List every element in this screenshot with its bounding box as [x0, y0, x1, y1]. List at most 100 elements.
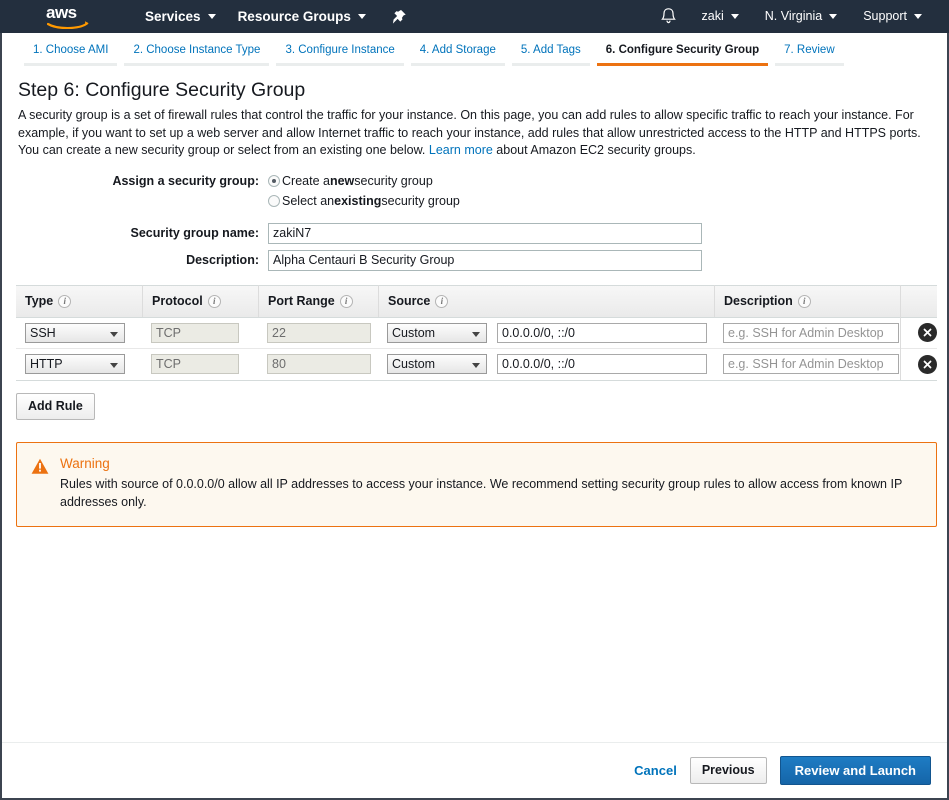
rule-source-type-select[interactable]: Custom [387, 322, 487, 343]
rule-source-type-value: Custom [392, 357, 436, 371]
ec2-launch-wizard-page: aws Services Resource Groups zaki N. Vir… [0, 0, 949, 800]
page-description-part2: about Amazon EC2 security groups. [492, 143, 696, 157]
page-title: Step 6: Configure Security Group [18, 79, 306, 101]
rule-source-type-select[interactable]: Custom [387, 354, 487, 374]
radio-create-new-security-group[interactable]: Create a new security group [268, 174, 433, 188]
radio-select-existing-strong: existing [334, 193, 382, 208]
previous-button[interactable]: Previous [689, 757, 767, 784]
rule-port-cell: 80 [258, 354, 378, 374]
column-header-port-range: Port Range i [258, 285, 378, 317]
chevron-down-icon [110, 363, 118, 368]
column-header-type-label: Type [25, 294, 54, 308]
nav-item-resource-groups[interactable]: Resource Groups [227, 0, 377, 33]
chevron-down-icon [110, 331, 118, 337]
nav-resource-groups-label: Resource Groups [237, 9, 351, 24]
pin-icon[interactable] [391, 9, 407, 25]
rule-source-input[interactable] [497, 354, 707, 374]
radio-select-existing-indicator[interactable] [268, 194, 280, 207]
delete-rule-button[interactable] [918, 354, 937, 374]
page-description: A security group is a set of firewall ru… [18, 107, 933, 160]
info-icon[interactable]: i [339, 294, 353, 308]
column-header-protocol-label: Protocol [152, 294, 203, 308]
nav-item-services[interactable]: Services [134, 0, 227, 33]
column-header-source-label: Source [388, 294, 431, 308]
step-tab-choose-ami[interactable]: 1. Choose AMI [24, 44, 118, 66]
learn-more-link[interactable]: Learn more [429, 143, 493, 157]
rule-description-input[interactable] [723, 322, 899, 343]
select-existing-security-group-row: Select an existing security group [16, 194, 933, 208]
bell-icon[interactable] [660, 7, 677, 26]
nav-region-label: N. Virginia [764, 9, 823, 23]
aws-logo[interactable]: aws [46, 2, 102, 29]
chevron-down-icon [207, 14, 216, 19]
rule-type-select[interactable]: SSH [25, 322, 125, 343]
chevron-down-icon [472, 363, 480, 368]
security-group-name-input[interactable] [268, 222, 702, 244]
column-header-delete [900, 285, 937, 317]
info-icon[interactable]: i [435, 294, 449, 308]
page-content: Step 6: Configure Security Group A secur… [2, 66, 947, 527]
security-group-form: Assign a security group: Create a new se… [16, 174, 933, 271]
step-tab-choose-instance-type[interactable]: 2. Choose Instance Type [124, 44, 270, 66]
aws-logo-text: aws [46, 2, 77, 22]
wizard-footer: Cancel Previous Review and Launch [2, 742, 947, 798]
close-icon [923, 328, 932, 337]
step-tab-add-tags[interactable]: 5. Add Tags [511, 44, 590, 66]
assign-security-group-label: Assign a security group: [112, 173, 259, 188]
rule-port-cell: 22 [258, 322, 378, 343]
rule-type-cell: HTTP [16, 354, 142, 374]
nav-item-support[interactable]: Support [850, 0, 935, 33]
warning-banner: Warning Rules with source of 0.0.0.0/0 a… [16, 441, 937, 527]
nav-account-label: zaki [701, 9, 724, 23]
rule-description-cell [714, 354, 900, 374]
cancel-button[interactable]: Cancel [634, 763, 677, 778]
step-tab-configure-instance[interactable]: 3. Configure Instance [276, 44, 404, 66]
chevron-down-icon [829, 14, 838, 19]
column-header-type: Type i [16, 285, 142, 317]
security-group-description-row: Description: [16, 249, 933, 271]
step-tab-add-storage[interactable]: 4. Add Storage [410, 44, 505, 66]
rule-protocol-cell: TCP [142, 354, 258, 374]
chevron-down-icon [730, 14, 739, 19]
rule-delete-cell [900, 348, 937, 380]
security-group-description-label: Description: [186, 253, 259, 267]
info-icon[interactable]: i [58, 294, 72, 308]
rule-description-input[interactable] [723, 354, 899, 374]
security-group-description-input[interactable] [268, 249, 702, 271]
step-tab-review[interactable]: 7. Review [775, 44, 844, 66]
review-and-launch-button[interactable]: Review and Launch [779, 756, 931, 785]
warning-title: Warning [60, 455, 110, 471]
radio-select-existing-post: security group [381, 193, 460, 208]
warning-triangle-icon [31, 458, 49, 474]
radio-create-new-indicator[interactable] [268, 174, 280, 187]
navbar-right-group: zaki N. Virginia Support [660, 0, 935, 33]
close-icon [923, 360, 932, 368]
rule-description-cell [714, 322, 900, 343]
rule-source-type-value: Custom [392, 325, 436, 340]
security-group-name-row: Security group name: [16, 222, 933, 244]
radio-select-existing-pre: Select an [282, 193, 335, 208]
rule-port-value: 22 [267, 322, 371, 343]
table-row: SSH TCP 22 Custom [16, 316, 937, 349]
info-icon[interactable]: i [207, 294, 221, 308]
rule-protocol-cell: TCP [142, 322, 258, 343]
rule-source-cell: Custom [378, 354, 714, 374]
rule-source-input[interactable] [497, 322, 707, 343]
rule-delete-cell [900, 316, 937, 349]
rule-protocol-value: TCP [151, 354, 239, 374]
add-rule-button[interactable]: Add Rule [16, 392, 95, 420]
assign-spacer-label [16, 194, 268, 208]
rule-protocol-value: TCP [151, 322, 239, 343]
delete-rule-button[interactable] [918, 323, 937, 342]
step-tab-configure-security-group[interactable]: 6. Configure Security Group [596, 44, 769, 66]
rule-type-select[interactable]: HTTP [25, 354, 125, 374]
form-spacer [16, 214, 933, 223]
warning-body: Warning Rules with source of 0.0.0.0/0 a… [60, 456, 905, 511]
nav-item-account[interactable]: zaki [689, 0, 752, 33]
add-rule-wrapper: Add Rule [16, 392, 933, 420]
column-header-description-label: Description [724, 294, 793, 308]
nav-item-region[interactable]: N. Virginia [752, 0, 850, 33]
info-icon[interactable]: i [797, 294, 811, 308]
radio-create-new-strong: new [329, 173, 355, 188]
radio-select-existing-security-group[interactable]: Select an existing security group [268, 194, 460, 208]
